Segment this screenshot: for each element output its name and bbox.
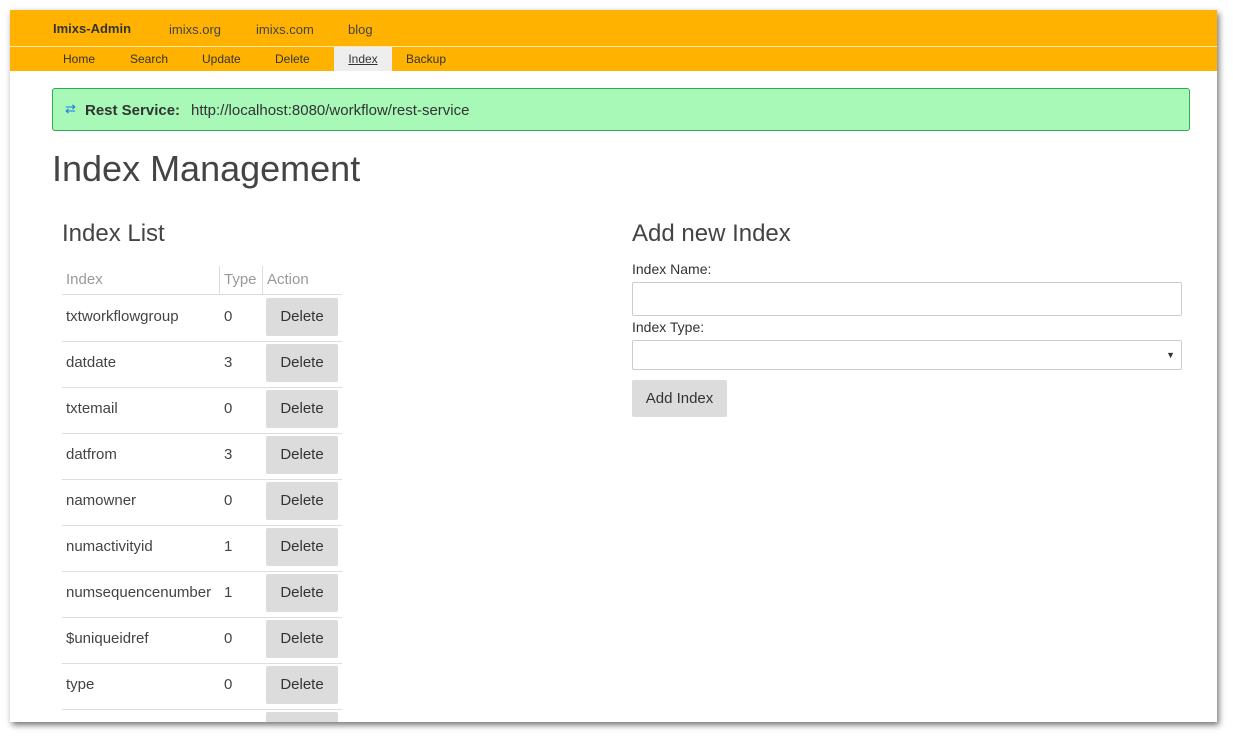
table-row: txtworkflowgroup 0 Delete bbox=[62, 295, 342, 342]
column-header-type: Type bbox=[224, 271, 257, 288]
delete-index-button-partial[interactable] bbox=[266, 712, 338, 722]
index-type-cell: 0 bbox=[224, 400, 233, 417]
index-type-cell: 0 bbox=[224, 630, 233, 647]
nav-update[interactable]: Update bbox=[202, 47, 241, 71]
add-index-button[interactable]: Add Index bbox=[632, 380, 727, 417]
index-type-select[interactable]: ▼ bbox=[632, 340, 1182, 370]
index-name-cell: type bbox=[66, 676, 95, 693]
table-row: namowner 0 Delete bbox=[62, 479, 342, 526]
table-row-partial bbox=[62, 709, 342, 722]
index-type-cell: 0 bbox=[224, 676, 233, 693]
add-index-title: Add new Index bbox=[632, 220, 791, 247]
table-row: numactivityid 1 Delete bbox=[62, 525, 342, 572]
link-imixs-com[interactable]: imixs.com bbox=[256, 22, 314, 37]
delete-index-button[interactable]: Delete bbox=[266, 390, 338, 428]
index-name-cell: txtworkflowgroup bbox=[66, 308, 179, 325]
table-row: type 0 Delete bbox=[62, 663, 342, 710]
chevron-down-icon: ▼ bbox=[1166, 350, 1175, 360]
nav-delete[interactable]: Delete bbox=[275, 47, 310, 71]
link-imixs-org[interactable]: imixs.org bbox=[169, 22, 221, 37]
table-row: txtemail 0 Delete bbox=[62, 387, 342, 434]
table-row: datdate 3 Delete bbox=[62, 341, 342, 388]
rest-service-label: Rest Service: bbox=[85, 102, 181, 119]
top-navbar: Imixs-Admin imixs.org imixs.com blog bbox=[10, 10, 1217, 46]
delete-index-button[interactable]: Delete bbox=[266, 344, 338, 382]
brand-link[interactable]: Imixs-Admin bbox=[53, 21, 131, 36]
index-type-cell: 0 bbox=[224, 492, 233, 509]
sub-navbar: Home Search Update Delete Index Backup bbox=[10, 47, 1217, 71]
index-name-label: Index Name: bbox=[632, 261, 712, 277]
table-row: datfrom 3 Delete bbox=[62, 433, 342, 480]
index-name-cell: numsequencenumber bbox=[66, 584, 212, 601]
nav-home[interactable]: Home bbox=[63, 47, 95, 71]
column-divider bbox=[262, 266, 263, 294]
index-list-title: Index List bbox=[62, 220, 165, 247]
column-header-index: Index bbox=[66, 271, 103, 288]
delete-index-button[interactable]: Delete bbox=[266, 574, 338, 612]
nav-search[interactable]: Search bbox=[130, 47, 168, 71]
nav-backup[interactable]: Backup bbox=[406, 47, 446, 71]
index-name-cell: numactivityid bbox=[66, 538, 153, 555]
delete-index-button[interactable]: Delete bbox=[266, 666, 338, 704]
page-title: Index Management bbox=[52, 148, 361, 189]
index-name-cell: datdate bbox=[66, 354, 117, 371]
table-header: Index Type Action bbox=[62, 266, 342, 295]
delete-index-button[interactable]: Delete bbox=[266, 620, 338, 658]
index-name-input[interactable] bbox=[632, 282, 1182, 316]
delete-index-button[interactable]: Delete bbox=[266, 436, 338, 474]
index-name-cell: txtemail bbox=[66, 400, 118, 417]
index-type-cell: 0 bbox=[224, 308, 233, 325]
nav-index[interactable]: Index bbox=[334, 47, 392, 71]
delete-index-button[interactable]: Delete bbox=[266, 528, 338, 566]
column-divider bbox=[219, 266, 220, 294]
index-type-cell: 3 bbox=[224, 354, 233, 371]
delete-index-button[interactable]: Delete bbox=[266, 482, 338, 520]
table-row: $uniqueidref 0 Delete bbox=[62, 617, 342, 664]
delete-index-button[interactable]: Delete bbox=[266, 298, 338, 336]
rest-service-alert: ⇄ Rest Service: http://localhost:8080/wo… bbox=[52, 88, 1190, 131]
index-name-cell: $uniqueidref bbox=[66, 630, 149, 647]
index-type-cell: 1 bbox=[224, 584, 233, 601]
link-blog[interactable]: blog bbox=[348, 22, 373, 37]
index-type-label: Index Type: bbox=[632, 319, 705, 335]
index-type-cell: 3 bbox=[224, 446, 233, 463]
index-name-cell: namowner bbox=[66, 492, 137, 509]
browser-window: Imixs-Admin imixs.org imixs.com blog Hom… bbox=[10, 10, 1217, 722]
table-row: numsequencenumber 1 Delete bbox=[62, 571, 342, 618]
index-name-cell: datfrom bbox=[66, 446, 117, 463]
exchange-icon: ⇄ bbox=[65, 101, 76, 116]
index-type-cell: 1 bbox=[224, 538, 233, 555]
rest-service-url: http://localhost:8080/workflow/rest-serv… bbox=[191, 102, 470, 119]
column-header-action: Action bbox=[267, 271, 309, 288]
